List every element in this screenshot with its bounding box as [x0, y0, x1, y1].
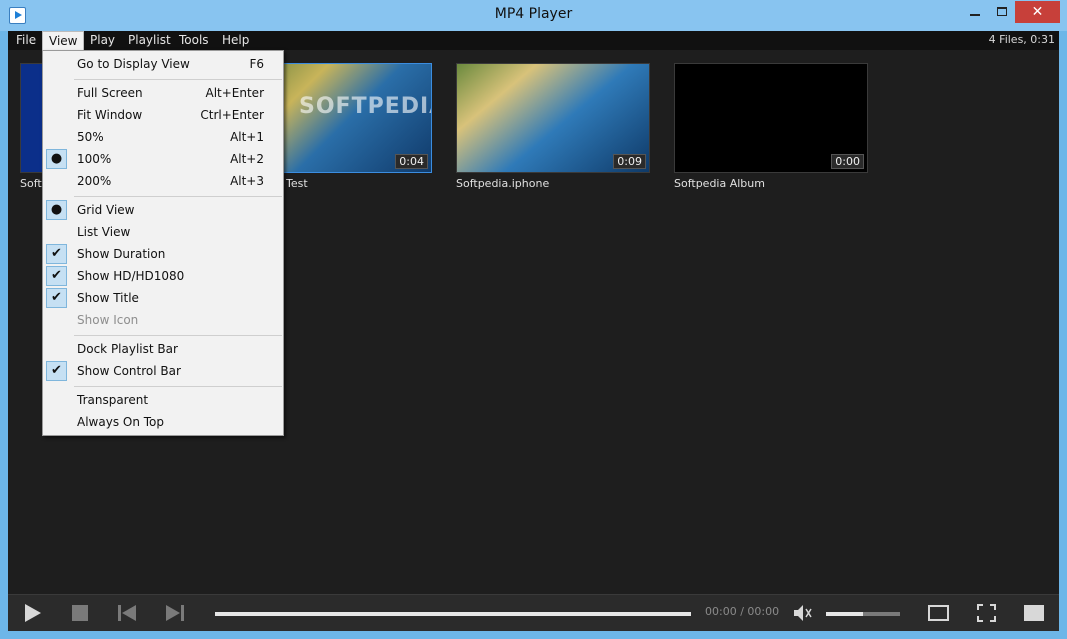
video-title: Softpedia Album	[674, 177, 765, 190]
next-button[interactable]	[163, 602, 187, 624]
menu-go-to-display-view[interactable]: Go to Display View F6	[43, 53, 283, 75]
checkmark-icon: ✔	[46, 244, 67, 264]
menu-show-icon: Show Icon	[77, 313, 139, 327]
menu-bar: File View Play Playlist Tools Help 4 Fil…	[8, 31, 1059, 50]
duration-badge: 0:09	[613, 154, 646, 169]
playlist-panel-icon	[1024, 605, 1044, 621]
menu-playlist[interactable]: Playlist	[122, 31, 177, 50]
menu-separator	[74, 386, 282, 387]
previous-button[interactable]	[115, 602, 139, 624]
minimize-icon	[970, 14, 980, 16]
video-thumbnail[interactable]: 0:00	[674, 63, 868, 173]
next-icon	[166, 605, 184, 621]
checkmark-icon: ✔	[46, 266, 67, 286]
menu-transparent[interactable]: Transparent	[43, 389, 283, 411]
menu-always-on-top[interactable]: Always On Top	[43, 411, 283, 433]
menu-show-title[interactable]: ✔ Show Title	[43, 287, 283, 309]
stop-button[interactable]	[68, 602, 92, 624]
window-mode-button[interactable]	[927, 602, 951, 624]
menu-show-duration[interactable]: ✔ Show Duration	[43, 243, 283, 265]
menu-list-view[interactable]: List View	[43, 221, 283, 243]
menu-dock-playlist-bar[interactable]: Dock Playlist Bar	[43, 338, 283, 360]
menu-show-hd[interactable]: ✔ Show HD/HD1080	[43, 265, 283, 287]
seek-bar[interactable]	[215, 612, 691, 616]
video-title: Softpedia.iphone	[456, 177, 550, 190]
radio-dot-icon: ●	[46, 200, 67, 220]
checkmark-icon: ✔	[46, 288, 67, 308]
video-title: Test	[286, 177, 308, 190]
play-button[interactable]	[20, 602, 44, 624]
minimize-button[interactable]	[962, 1, 989, 23]
time-display: 00:00 / 00:00	[705, 605, 780, 618]
menu-zoom-50[interactable]: 50% Alt+1	[43, 126, 283, 148]
menu-full-screen[interactable]: Full Screen Alt+Enter	[43, 82, 283, 104]
stop-icon	[72, 605, 88, 621]
view-menu-dropdown: Go to Display View F6 Full Screen Alt+Ente…	[42, 50, 284, 436]
menu-separator	[74, 79, 282, 80]
video-thumbnail[interactable]: 0:09	[456, 63, 650, 173]
files-summary: 4 Files, 0:31	[988, 33, 1055, 46]
radio-dot-icon: ●	[46, 149, 67, 169]
duration-badge: 0:00	[831, 154, 864, 169]
close-button[interactable]: ✕	[1015, 1, 1060, 23]
menu-view[interactable]: View	[42, 31, 85, 50]
menu-tools[interactable]: Tools	[173, 31, 215, 50]
maximize-button[interactable]	[989, 1, 1016, 23]
maximize-icon	[997, 7, 1007, 16]
fullscreen-icon	[977, 604, 996, 622]
window-icon	[928, 605, 949, 621]
play-icon	[25, 604, 41, 622]
checkmark-icon: ✔	[46, 361, 67, 381]
menu-help[interactable]: Help	[216, 31, 255, 50]
control-bar: 00:00 / 00:00	[8, 594, 1059, 631]
title-bar: MP4 Player ✕	[0, 0, 1067, 31]
previous-icon	[118, 605, 136, 621]
menu-separator	[74, 335, 282, 336]
menu-file[interactable]: File	[10, 31, 42, 50]
playlist-toggle-button[interactable]	[1022, 602, 1046, 624]
menu-grid-view[interactable]: ● Grid View	[43, 199, 283, 221]
watermark-text: SOFTPEDIA	[299, 94, 431, 119]
menu-separator	[74, 196, 282, 197]
close-icon: ✕	[1031, 4, 1044, 20]
volume-slider[interactable]	[826, 612, 900, 616]
menu-zoom-100[interactable]: ● 100% Alt+2	[43, 148, 283, 170]
fullscreen-button[interactable]	[975, 602, 999, 624]
speaker-icon	[794, 605, 812, 621]
window-title: MP4 Player	[494, 6, 573, 22]
mute-button[interactable]	[791, 602, 815, 624]
menu-show-control-bar[interactable]: ✔ Show Control Bar	[43, 360, 283, 382]
menu-zoom-200[interactable]: 200% Alt+3	[43, 170, 283, 192]
menu-fit-window[interactable]: Fit Window Ctrl+Enter	[43, 104, 283, 126]
menu-play[interactable]: Play	[84, 31, 121, 50]
volume-level	[826, 612, 863, 616]
duration-badge: 0:04	[395, 154, 428, 169]
